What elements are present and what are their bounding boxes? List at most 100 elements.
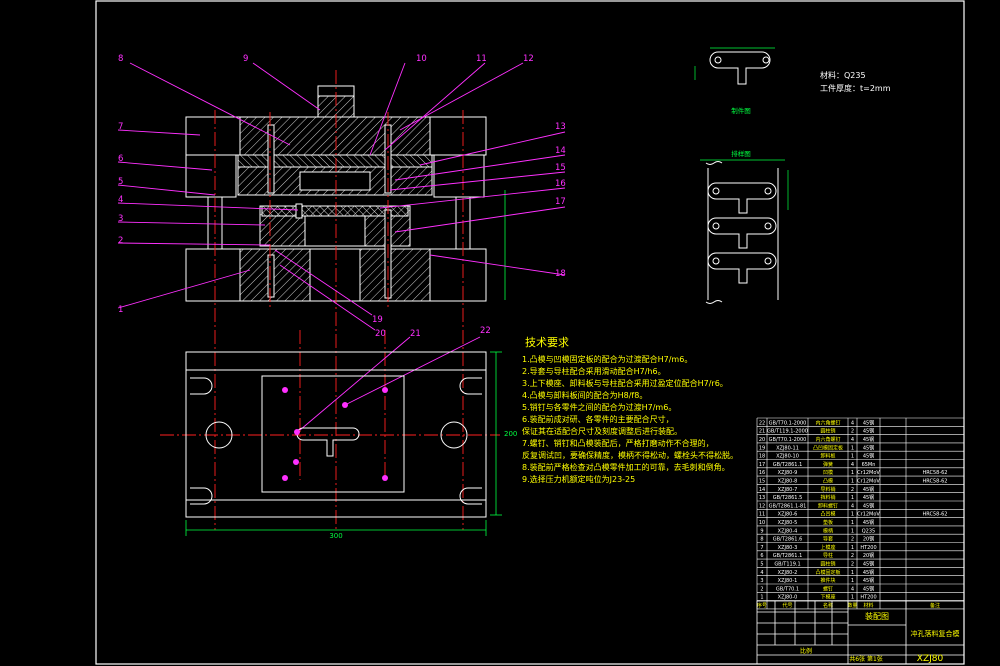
bom-cell: 4 [851,462,854,468]
strip-layout [705,161,779,304]
strip-dimensions [700,159,789,210]
bom-cell: 3 [760,578,763,584]
bom-cell: GB/T2861.6 [773,537,803,543]
callout-4: 4 [118,195,123,205]
height-dimension: 200 [504,430,517,438]
bom-cell: XZJ80-8 [778,479,798,485]
callout-5: 5 [118,177,123,187]
bom-cell: XZJ80-2 [778,570,798,576]
bom-cell: XZJ80-3 [778,545,798,551]
bom-cell: 1 [851,470,854,476]
bom-cell: 13 [759,495,765,501]
width-dimension: 300 [329,532,342,540]
bom-cell: GB/T70.1-2000 [769,437,807,443]
bom-cell: 45钢 [863,502,874,509]
bom-cell: 2 [851,553,854,559]
tech-item: 9.选择压力机额定吨位为J23-25 [522,474,635,484]
bom-cell: 45钢 [863,436,874,443]
bom-cell: XZJ80-1 [778,578,798,584]
bom-cell: 1 [851,479,854,485]
bom-cell: 45钢 [863,419,874,426]
bom-cell: 卸料螺钉 [818,502,838,509]
tech-item: 6.装配前成对研、各零件的主要配合尺寸， [522,414,674,424]
bom-cell: 凸模固定板 [815,569,840,576]
drawing-number: XZJ80 [917,654,944,664]
callout-15: 15 [555,163,566,173]
die-outline [261,375,405,493]
callout-14: 14 [555,146,566,156]
bom-cell: 12 [759,503,765,509]
bom-cell: XZJ80-10 [776,454,799,460]
bom-header-cell: 数量 [847,602,857,609]
bom-cell: 模柄 [823,527,833,534]
bom-cell: 内六角螺钉 [815,419,840,426]
bom-cell: 凸模 [823,478,833,485]
bom-cell: GB/T119.1-2000 [767,429,808,435]
callout-13: 13 [555,122,566,132]
upper-backing-plate [237,154,433,168]
bom-cell: 7 [760,545,763,551]
bom-cell: 2 [760,586,763,592]
tech-item: 4.凸模与卸料板间的配合为H8/f8。 [522,390,647,400]
bom-cell: 圆柱销 [820,561,835,568]
part-caption: 制件图 [731,106,751,115]
bom-cell: XZJ80-0 [778,595,798,601]
bom-cell: Cr12MoV [857,512,880,518]
bom-cell: 45钢 [863,561,874,568]
tech-requirements-title: 技术要求 [525,336,569,349]
strip-caption: 排样图 [731,149,751,158]
bom-cell: 45钢 [863,585,874,592]
callout-19: 19 [372,315,383,325]
bom-cell: 45钢 [863,428,874,435]
bom-cell: 下模座 [820,594,835,601]
bom-cell: 凸凹模 [820,511,835,518]
bom-cell: 1 [851,495,854,501]
tech-item: 5.销钉与各零件之间的配合为过渡H7/m6。 [522,402,676,412]
bom-cell: 9 [760,528,763,534]
cad-drawing-canvas: 300 200 1 2 3 4 5 6 7 8 9 10 11 12 13 14… [95,0,965,665]
plan-part-outline [296,427,360,457]
drawing-name: 装配图 [865,611,889,621]
callout-10: 10 [416,54,427,64]
bom-cell: HRC58-62 [922,479,947,485]
bom-cell: 4 [851,420,854,426]
convex-concave-die [304,215,366,247]
bom-cell: XZJ80-7 [778,487,798,493]
bom-cell: 弹簧 [823,461,833,468]
bom-cell: 1 [851,595,854,601]
bom-header-cell: 序号 [757,602,767,609]
bom-cell: 8 [760,537,763,543]
bom-cell: Cr12MoV [857,479,880,485]
bom-cell: 19 [759,445,765,451]
tech-item: 反复调试凹，要确保精度，模柄不得松动，螺栓头不得松脱。 [522,450,738,460]
bom-cell: 20钢 [863,536,874,543]
bom-header-cell: 备注 [930,602,940,609]
bom-header-cell: 代号 [782,602,792,609]
bom-cell: 18 [759,454,765,460]
bom-cell: GB/T2861.5 [773,495,803,501]
bom-cell: 圆柱销 [820,428,835,435]
bom-cell: 1 [851,545,854,551]
bom-cell: 1 [851,512,854,518]
tech-item: 3.上下模座、卸料板与导柱配合采用过盈定位配合H7/r6。 [522,378,728,388]
bom-cell: 45钢 [863,453,874,460]
punch-block [299,171,371,191]
bom-cell: 45钢 [863,494,874,501]
bom-cell: 45钢 [863,486,874,493]
bom-cell: Cr12MoV [857,470,880,476]
callout-21: 21 [410,329,421,339]
bom-cell: 11 [759,512,765,518]
bom-cell: HT200 [860,545,876,551]
callout-9: 9 [243,54,248,64]
bom-cell: 4 [851,503,854,509]
bom-cell: 推件块 [820,577,835,584]
bom-cell: 螺钉 [823,585,833,592]
bom-cell: Q235 [862,528,875,534]
bom-cell: GB/T2861.1 [773,553,803,559]
bom-cell: XZJ80-5 [778,520,798,526]
bom-cell: 导柱 [823,552,833,559]
bom-cell: 45钢 [863,444,874,451]
bom-cell: 凸凹模固定板 [813,444,843,451]
bom-cell: 2 [851,487,854,493]
bom-cell: 2 [851,429,854,435]
